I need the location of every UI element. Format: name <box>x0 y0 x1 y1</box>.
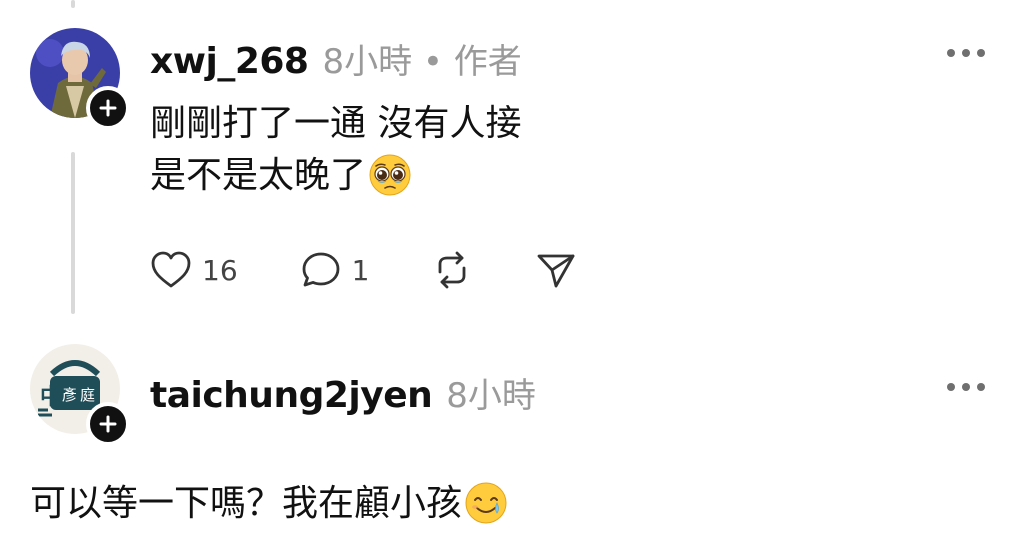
dot <box>947 49 955 57</box>
post-line: 剛剛打了一通 沒有人接 <box>150 103 522 144</box>
share-button[interactable] <box>535 250 577 290</box>
plus-icon <box>99 99 117 117</box>
send-icon <box>538 254 575 288</box>
comment-icon <box>302 252 340 287</box>
follow-plus-button[interactable] <box>86 86 130 130</box>
repost-icon <box>439 251 466 289</box>
post-header: xwj_268 8小時 • 作者 <box>150 34 522 83</box>
post-body: 剛剛打了一通 沒有人接 是不是太晚了 <box>150 98 521 212</box>
more-options-button[interactable] <box>947 46 985 60</box>
thread-line <box>71 152 75 314</box>
like-button[interactable]: 16 <box>150 250 238 290</box>
repost-button[interactable] <box>431 250 473 290</box>
plus-icon <box>99 415 117 433</box>
post-body: 可以等一下嗎？我在顧小孩 <box>30 478 508 540</box>
svg-text:彥: 彥 <box>62 386 77 404</box>
reply-button[interactable]: 1 <box>300 250 370 290</box>
dot <box>977 383 985 391</box>
post-line: 是不是太晚了 <box>150 155 367 196</box>
post-line-with-emoji: 是不是太晚了 <box>150 150 521 212</box>
pleading-face-emoji <box>368 153 412 212</box>
dot <box>962 383 970 391</box>
username[interactable]: xwj_268 <box>150 41 309 82</box>
more-options-button[interactable] <box>947 380 985 394</box>
username[interactable]: taichung2jyen <box>150 375 433 416</box>
post-meta: 8小時 • 作者 <box>322 42 522 82</box>
svg-text:庭: 庭 <box>80 386 95 404</box>
follow-plus-button[interactable] <box>86 402 130 446</box>
post-actions: 16 1 <box>150 250 639 290</box>
post-header: taichung2jyen 8小時 <box>150 368 536 417</box>
like-count: 16 <box>202 253 238 287</box>
post-line: 可以等一下嗎？我在顧小孩 <box>30 483 463 524</box>
post-line-with-emoji: 可以等一下嗎？我在顧小孩 <box>30 478 508 540</box>
smiling-face-with-tear-emoji <box>464 481 508 540</box>
thread-line-top <box>71 0 75 8</box>
post-meta: 8小時 <box>446 376 536 416</box>
dot <box>947 383 955 391</box>
svg-text:中: 中 <box>40 385 62 410</box>
heart-icon <box>151 251 191 288</box>
reply-count: 1 <box>351 253 370 287</box>
dot <box>977 49 985 57</box>
dot <box>962 49 970 57</box>
